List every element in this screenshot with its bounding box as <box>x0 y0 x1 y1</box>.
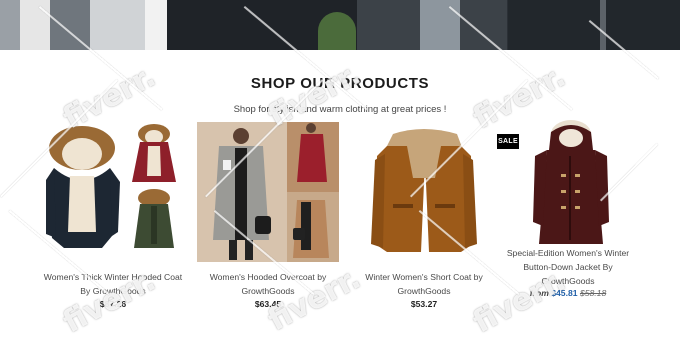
product-title[interactable]: Women's Thick Winter Hooded Coat <box>36 270 190 284</box>
product-title[interactable]: By GrowthGoods <box>36 284 190 298</box>
product-title[interactable]: Button-Down Jacket By <box>491 260 645 274</box>
compare-price: $58.18 <box>579 288 607 298</box>
section-subheading: Shop for stylish and warm clothing at gr… <box>233 104 447 115</box>
section-heading: SHOP OUR PRODUCTS <box>250 75 430 92</box>
product-title[interactable]: Special-Edition Women's Winter <box>491 246 645 260</box>
product-price: $63.45 <box>254 299 282 309</box>
product-image[interactable] <box>197 120 339 262</box>
product-title[interactable]: Winter Women's Short Coat by <box>347 270 501 284</box>
product-title[interactable]: GrowthGoods <box>347 284 501 298</box>
sale-price: $45.81 <box>551 288 578 298</box>
hero-banner <box>0 0 680 50</box>
product-image[interactable] <box>353 120 495 262</box>
price-prefix: from <box>529 288 549 298</box>
product-price: $53.27 <box>410 299 438 309</box>
product-card[interactable]: Women's Thick Winter Hooded Coat By Grow… <box>42 120 184 309</box>
product-title[interactable]: GrowthGoods <box>191 284 345 298</box>
product-card[interactable]: Women's Hooded Overcoat by GrowthGoods $… <box>197 120 339 309</box>
product-price: $87.26 <box>99 299 127 309</box>
product-title[interactable]: Women's Hooded Overcoat by <box>191 270 345 284</box>
product-card[interactable]: Winter Women's Short Coat by GrowthGoods… <box>353 120 495 309</box>
product-image[interactable] <box>497 120 639 262</box>
product-image[interactable] <box>42 120 184 262</box>
product-title[interactable]: GrowthGoods <box>491 274 645 288</box>
